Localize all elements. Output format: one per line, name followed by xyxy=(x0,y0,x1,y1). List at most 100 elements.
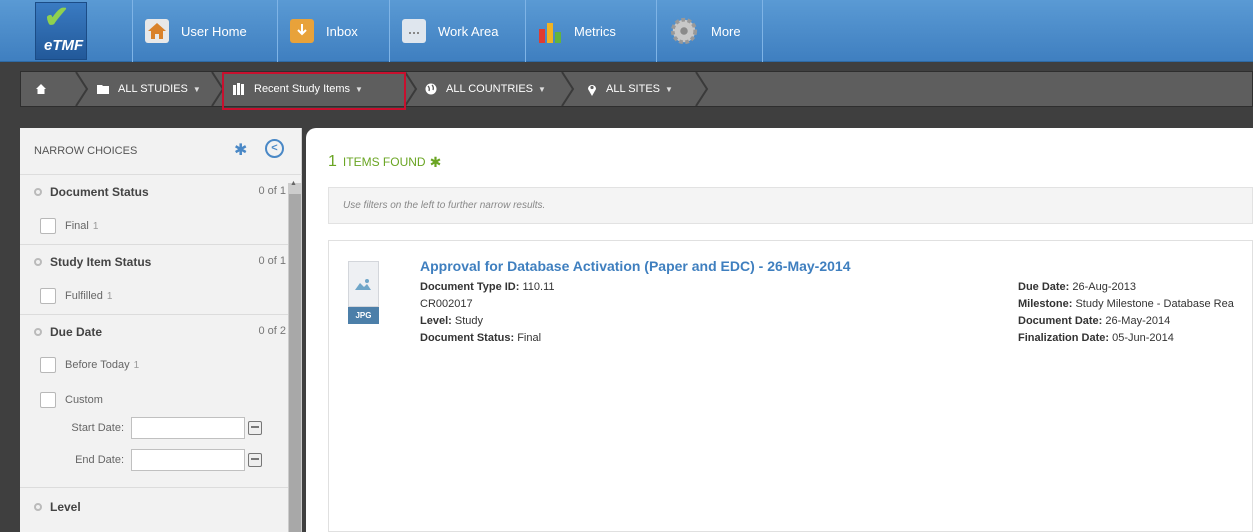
filter-option-label: Custom xyxy=(65,394,103,406)
filter-option-final[interactable]: Final 1 xyxy=(40,218,98,234)
file-type-tag: JPG xyxy=(348,307,379,324)
filter-section-due-date: Due Date 0 of 2 Before Today 1 Custom St… xyxy=(20,315,288,488)
filter-option-custom[interactable]: Custom xyxy=(40,392,103,408)
collapse-sidebar-icon[interactable]: < xyxy=(265,139,284,158)
result-title-link[interactable]: Approval for Database Activation (Paper … xyxy=(420,258,851,274)
meta-value: Final xyxy=(517,332,542,344)
narrow-choices-sidebar: NARROW CHOICES ✱ < Document Status 0 of … xyxy=(20,128,302,532)
filter-option-label: Before Today xyxy=(65,359,130,371)
filter-count: 0 of 2 xyxy=(258,325,286,337)
chevron-down-icon: ▼ xyxy=(538,84,546,94)
filter-section-document-status: Document Status 0 of 1 Final 1 xyxy=(20,175,288,245)
home-icon xyxy=(36,84,46,94)
filter-section-header[interactable]: Document Status xyxy=(34,185,149,199)
filter-option-count: 1 xyxy=(92,220,99,232)
nav-label: Work Area xyxy=(438,23,499,39)
checkbox[interactable] xyxy=(40,288,56,304)
calendar-icon[interactable] xyxy=(248,421,262,435)
start-date-label: Start Date: xyxy=(71,422,124,434)
filter-section-study-item-status: Study Item Status 0 of 1 Fulfilled 1 xyxy=(20,245,288,315)
nav-label: User Home xyxy=(181,23,247,39)
meta-value: 26-May-2014 xyxy=(1105,315,1171,327)
filter-option-count: 1 xyxy=(106,290,113,302)
meta-label: Document Type ID: xyxy=(420,281,520,293)
breadcrumb-separator xyxy=(75,72,89,106)
meta-due-date: Due Date: 26-Aug-2013 xyxy=(1018,281,1136,293)
filter-option-label: Final xyxy=(65,220,89,232)
nav-inbox[interactable]: Inbox xyxy=(277,0,376,62)
filter-count: 0 of 1 xyxy=(258,255,286,267)
bullet-icon xyxy=(34,258,42,266)
nav-label: More xyxy=(711,23,741,39)
nav-more[interactable]: More xyxy=(656,0,763,62)
filter-section-title: Due Date xyxy=(50,325,103,339)
filter-hint-text: Use filters on the left to further narro… xyxy=(343,200,546,211)
image-icon xyxy=(355,279,371,290)
sidebar-title: NARROW CHOICES xyxy=(34,145,138,157)
end-date-input[interactable] xyxy=(131,449,245,471)
breadcrumb-home[interactable] xyxy=(35,72,47,106)
checkmark-icon: ✔ xyxy=(44,1,70,34)
nav-label: Metrics xyxy=(574,23,616,39)
etmf-logo[interactable]: ✔ eTMF xyxy=(35,2,87,60)
filter-section-header[interactable]: Level xyxy=(34,500,81,514)
filter-section-level: Level xyxy=(20,488,288,532)
meta-milestone: Milestone: Study Milestone - Database Re… xyxy=(1018,298,1234,310)
chevron-down-icon: ▼ xyxy=(665,84,673,94)
items-found-label: ITEMS FOUND xyxy=(342,155,426,169)
filter-section-title: Study Item Status xyxy=(50,255,152,269)
nav-metrics[interactable]: Metrics xyxy=(525,0,645,62)
top-navigation-bar: ✔ eTMF User Home Inbox Work Area Metrics xyxy=(0,0,1253,62)
nav-work-area[interactable]: Work Area xyxy=(389,0,516,62)
filter-section-title: Level xyxy=(50,500,81,514)
gear-icon[interactable]: ✱ xyxy=(430,154,442,171)
filter-option-fulfilled[interactable]: Fulfilled 1 xyxy=(40,288,112,304)
breadcrumb-all-studies[interactable]: ALL STUDIES ▼ xyxy=(97,72,201,106)
results-panel: 1 ITEMS FOUND ✱ Use filters on the left … xyxy=(306,128,1253,532)
filter-option-label: Fulfilled xyxy=(65,290,103,302)
settings-gear-icon[interactable]: ✱ xyxy=(234,140,247,160)
scroll-up-arrow-icon[interactable]: ▲ xyxy=(290,180,297,187)
sidebar-scrollbar-thumb[interactable] xyxy=(289,194,301,532)
meta-value: Study xyxy=(454,315,483,327)
breadcrumb: ALL STUDIES ▼ Recent Study Items ▼ ALL C… xyxy=(20,71,1253,107)
meta-document-type-id: Document Type ID: 110.11 xyxy=(420,281,555,293)
document-icon xyxy=(402,19,426,43)
jpg-file-icon[interactable]: JPG xyxy=(348,261,379,326)
breadcrumb-separator xyxy=(404,72,418,106)
folder-icon xyxy=(97,85,109,94)
meta-value: 110.11 xyxy=(522,281,555,293)
nav-user-home[interactable]: User Home xyxy=(132,0,261,62)
meta-study-item-code: CR002017 xyxy=(420,298,473,310)
result-card: JPG Approval for Database Activation (Pa… xyxy=(328,240,1253,532)
annotation-highlight-box xyxy=(222,72,406,110)
items-found-count: 1 xyxy=(328,153,337,170)
meta-label: Level: xyxy=(420,315,452,327)
gear-icon xyxy=(670,17,698,45)
filter-section-header[interactable]: Study Item Status xyxy=(34,255,151,269)
meta-label: Due Date: xyxy=(1018,281,1070,293)
meta-label: Finalization Date: xyxy=(1018,332,1110,344)
start-date-input[interactable] xyxy=(131,417,245,439)
meta-value: CR002017 xyxy=(420,298,473,310)
breadcrumb-bar: ALL STUDIES ▼ Recent Study Items ▼ ALL C… xyxy=(0,63,1253,115)
filter-option-before-today[interactable]: Before Today 1 xyxy=(40,357,139,373)
filter-section-title: Document Status xyxy=(50,185,149,199)
sidebar-header: NARROW CHOICES ✱ < xyxy=(20,128,302,175)
checkbox[interactable] xyxy=(40,392,56,408)
filter-count: 0 of 1 xyxy=(258,185,286,197)
breadcrumb-all-sites[interactable]: ALL SITES ▼ xyxy=(587,72,673,106)
chevron-down-icon: ▼ xyxy=(192,84,201,94)
bar-chart-icon xyxy=(539,23,561,43)
breadcrumb-label: ALL STUDIES xyxy=(118,83,188,95)
logo-text: eTMF xyxy=(44,37,84,54)
checkbox[interactable] xyxy=(40,357,56,373)
calendar-icon[interactable] xyxy=(248,453,262,467)
bullet-icon xyxy=(34,503,42,511)
meta-finalization-date: Finalization Date: 05-Jun-2014 xyxy=(1018,332,1174,344)
meta-label: Document Status: xyxy=(420,332,515,344)
checkbox[interactable] xyxy=(40,218,56,234)
breadcrumb-all-countries[interactable]: ALL COUNTRIES ▼ xyxy=(425,72,546,106)
filter-section-header[interactable]: Due Date xyxy=(34,325,102,339)
items-found-header: 1 ITEMS FOUND ✱ xyxy=(328,153,441,171)
